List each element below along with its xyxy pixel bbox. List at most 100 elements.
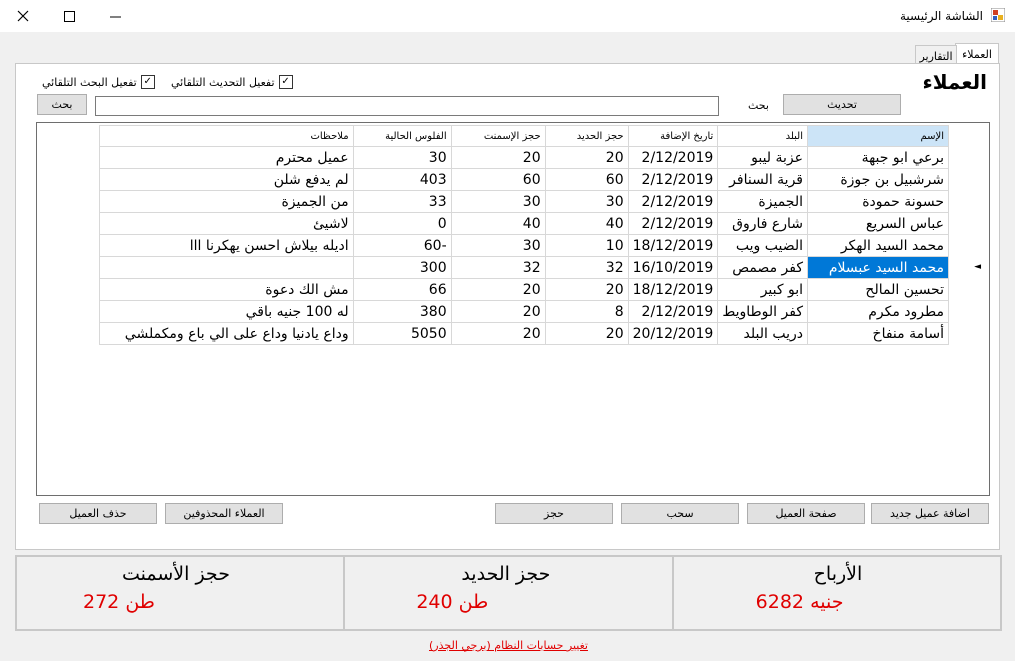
table-cell[interactable]: -60	[352, 234, 452, 257]
table-cell[interactable]: 0	[352, 212, 452, 235]
table-cell[interactable]: 30	[544, 190, 629, 213]
table-row[interactable]: مطرود مكرم كفر الوطاويط 2/12/2019 8 20 380 له …	[98, 300, 949, 323]
table-cell[interactable]: 40	[544, 212, 629, 235]
table-cell[interactable]: مش الك دعوة	[98, 278, 354, 301]
table-cell[interactable]: له 100 جنيه باقي	[98, 300, 354, 323]
table-cell[interactable]: 380	[352, 300, 452, 323]
table-cell[interactable]: 66	[352, 278, 452, 301]
table-cell[interactable]: 2/12/2019	[627, 168, 719, 191]
table-cell[interactable]: 2/12/2019	[627, 212, 719, 235]
table-cell[interactable]: مطرود مكرم	[807, 300, 949, 323]
iron-stat-value: 240 طن	[416, 591, 489, 613]
table-cell[interactable]: 60	[544, 168, 629, 191]
table-cell[interactable]: ابو كبير	[717, 278, 808, 301]
table-cell[interactable]: شارع فاروق	[717, 212, 808, 235]
deleted-customers-button[interactable]: العملاء المحذوفين	[165, 503, 283, 524]
table-cell[interactable]: قرية السنافر	[717, 168, 808, 191]
column-header-notes[interactable]: ملاحظات	[98, 125, 354, 147]
table-row[interactable]: برعي ابو جبهة عزبة ليبو 2/12/2019 20 20 30 عمي…	[98, 146, 949, 169]
table-cell[interactable]: 2/12/2019	[627, 300, 719, 323]
table-cell[interactable]: عباس السريع	[807, 212, 949, 235]
table-cell[interactable]: 18/12/2019	[627, 278, 719, 301]
table-cell[interactable]: 403	[352, 168, 452, 191]
table-cell[interactable]: 20/12/2019	[627, 322, 719, 345]
table-cell[interactable]: لاشيئ	[98, 212, 354, 235]
table-cell[interactable]: 20	[544, 322, 629, 345]
table-cell[interactable]: كفر مصمص	[717, 256, 808, 279]
table-cell[interactable]: 30	[450, 190, 546, 213]
table-cell[interactable]: 18/12/2019	[627, 234, 719, 257]
table-cell[interactable]: الجميزة	[717, 190, 808, 213]
table-cell[interactable]: 8	[544, 300, 629, 323]
delete-customer-button[interactable]: حذف العميل	[39, 503, 157, 524]
table-cell[interactable]: 30	[352, 146, 452, 169]
column-header-cement[interactable]: حجز الإسمنت	[450, 125, 546, 147]
change-system-accounts-link[interactable]: تغيير حسابات النظام (برجي الجذر)	[429, 639, 588, 652]
auto-update-checkbox[interactable]: ✓ تفعيل التحديث التلقائي	[171, 75, 293, 89]
profits-stat-title: الأرباح	[813, 563, 863, 585]
column-header-date-added[interactable]: تاريخ الإضافة	[627, 125, 719, 147]
table-cell[interactable]: تحسين المالح	[807, 278, 949, 301]
refresh-button[interactable]: تحديث	[783, 94, 901, 115]
table-cell[interactable]: عزبة ليبو	[717, 146, 808, 169]
table-row[interactable]: تحسين المالح ابو كبير 18/12/2019 20 20 66 مش ا…	[98, 278, 949, 301]
auto-search-checkbox[interactable]: ✓ تفعيل البحث التلقائي	[42, 75, 155, 89]
column-header-balance[interactable]: الفلوس الحالية	[352, 125, 452, 147]
search-input[interactable]	[95, 96, 719, 116]
table-cell[interactable]: 40	[450, 212, 546, 235]
maximize-button[interactable]	[46, 0, 92, 32]
table-cell[interactable]: الضيب ويب	[717, 234, 808, 257]
search-button[interactable]: بحث	[37, 94, 87, 115]
column-header-iron[interactable]: حجز الحديد	[544, 125, 629, 147]
minimize-button[interactable]	[92, 0, 138, 32]
table-cell[interactable]: حسونة حمودة	[807, 190, 949, 213]
table-cell[interactable]: 32	[450, 256, 546, 279]
tab-customers[interactable]: العملاء	[955, 43, 999, 65]
table-cell[interactable]: أسامة منفاخ	[807, 322, 949, 345]
table-cell[interactable]: 300	[352, 256, 452, 279]
table-cell[interactable]: 16/10/2019	[627, 256, 719, 279]
table-cell[interactable]: 32	[544, 256, 629, 279]
table-cell[interactable]: 60	[450, 168, 546, 191]
table-cell[interactable]: من الجميزة	[98, 190, 354, 213]
table-cell[interactable]: 30	[450, 234, 546, 257]
table-row[interactable]: عباس السريع شارع فاروق 2/12/2019 40 40 0 لاشيئ	[98, 212, 949, 235]
minimize-icon	[109, 16, 121, 17]
table-cell[interactable]: 20	[450, 322, 546, 345]
table-cell[interactable]: محمد السيد عبسلام	[807, 256, 949, 279]
table-row[interactable]: محمد السيد عبسلام كفر مصمص 16/10/2019 32 32 3…	[98, 256, 949, 279]
table-row[interactable]: محمد السيد الهكر الضيب ويب 18/12/2019 10 30-…	[98, 234, 949, 257]
table-cell[interactable]: 33	[352, 190, 452, 213]
table-cell[interactable]: محمد السيد الهكر	[807, 234, 949, 257]
table-cell[interactable]: 5050	[352, 322, 452, 345]
column-header-town[interactable]: البلد	[717, 125, 808, 147]
table-cell[interactable]: دريب البلد	[717, 322, 808, 345]
table-cell[interactable]: لم يدفع شلن	[98, 168, 354, 191]
customer-page-button[interactable]: صفحة العميل	[747, 503, 865, 524]
customers-grid[interactable]: الإسم البلد تاريخ الإضافة حجز الحديد حجز…	[36, 122, 990, 496]
reserve-button[interactable]: حجز	[495, 503, 613, 524]
table-cell[interactable]: 2/12/2019	[627, 146, 719, 169]
table-cell[interactable]: وداع يادنيا وداع على الي باع ومكملشي	[98, 322, 354, 345]
table-cell[interactable]: 2/12/2019	[627, 190, 719, 213]
withdraw-button[interactable]: سحب	[621, 503, 739, 524]
table-cell[interactable]: شرشبيل بن جوزة	[807, 168, 949, 191]
table-cell[interactable]: 20	[450, 278, 546, 301]
table-cell[interactable]: اديله بيلاش احسن يهكرنا ااا	[98, 234, 354, 257]
table-cell[interactable]: 20	[450, 300, 546, 323]
column-header-name[interactable]: الإسم	[807, 125, 949, 147]
table-cell[interactable]: 20	[544, 146, 629, 169]
table-cell[interactable]: برعي ابو جبهة	[807, 146, 949, 169]
table-cell[interactable]: عميل محترم	[98, 146, 354, 169]
table-cell[interactable]: 10	[544, 234, 629, 257]
add-customer-button[interactable]: اضافة عميل جديد	[871, 503, 989, 524]
table-row[interactable]: حسونة حمودة الجميزة 2/12/2019 30 30 33 من الجم…	[98, 190, 949, 213]
table-cell[interactable]: 20	[450, 146, 546, 169]
table-cell[interactable]: كفر الوطاويط	[717, 300, 808, 323]
close-button[interactable]	[0, 0, 46, 32]
table-row[interactable]: شرشبيل بن جوزة قرية السنافر 2/12/2019 60 60 4…	[98, 168, 949, 191]
table-row[interactable]: أسامة منفاخ دريب البلد 20/12/2019 20 20 5050 و…	[98, 322, 949, 345]
table-cell[interactable]: 20	[544, 278, 629, 301]
iron-stat-title: حجز الحديد	[461, 563, 551, 585]
table-cell[interactable]	[98, 256, 354, 279]
